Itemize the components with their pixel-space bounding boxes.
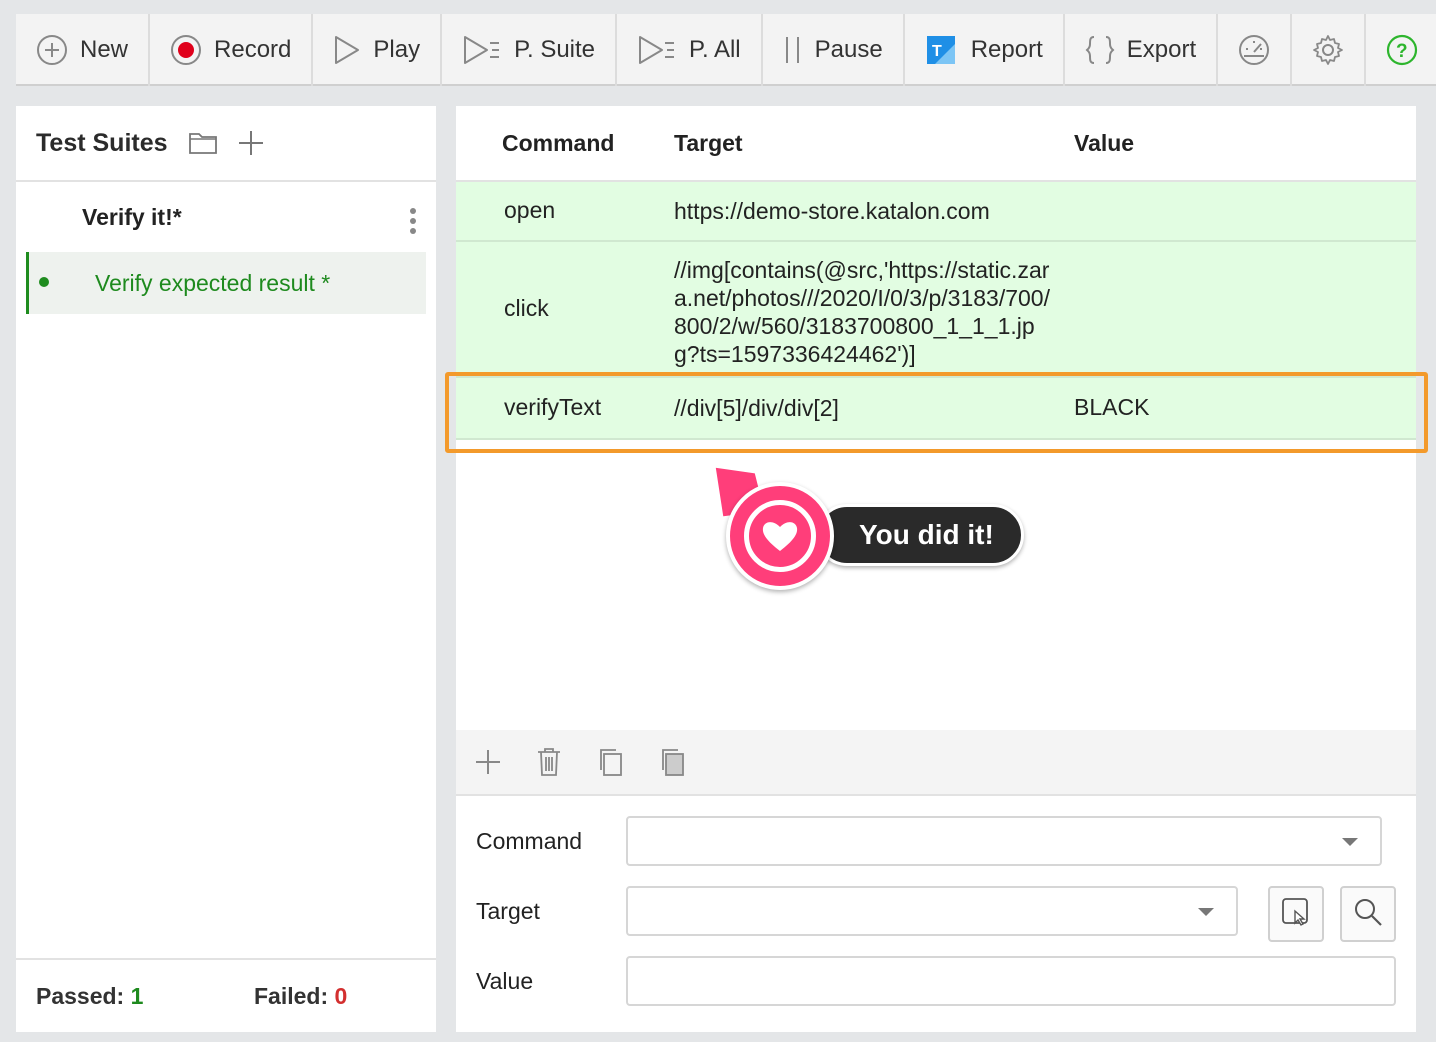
- value-input[interactable]: [626, 956, 1396, 1006]
- test-suites-header: Test Suites: [16, 106, 436, 182]
- report-button[interactable]: T Report: [905, 14, 1065, 86]
- play-all-button[interactable]: P. All: [617, 14, 763, 86]
- new-button[interactable]: New: [16, 14, 151, 86]
- play-suite-icon: [462, 34, 502, 66]
- row-target: //img[contains(@src,'https://static.zara…: [674, 257, 1050, 367]
- value-label: Value: [476, 968, 534, 994]
- failed-number: 0: [334, 982, 348, 1009]
- play-all-label: P. All: [689, 36, 741, 63]
- new-label: New: [80, 36, 129, 63]
- target-column-header: Target: [674, 129, 743, 156]
- badge-text-pill: You did it!: [816, 504, 1024, 566]
- trash-icon[interactable]: [536, 747, 598, 777]
- passed-count: Passed: 1: [36, 983, 254, 1010]
- suite-item[interactable]: Verify it!*: [16, 182, 436, 252]
- failed-count: Failed: 0: [254, 983, 347, 1010]
- heart-icon: [744, 500, 816, 572]
- find-target-button[interactable]: [1340, 886, 1396, 942]
- report-label: Report: [970, 36, 1043, 63]
- test-case-name: Verify expected result *: [95, 269, 331, 296]
- chevron-down-icon: [1198, 908, 1214, 916]
- test-suites-panel: Test Suites Verify it!* Verify expected …: [16, 106, 436, 1032]
- play-suite-label: P. Suite: [514, 36, 596, 63]
- svg-text:?: ?: [1396, 41, 1408, 62]
- search-icon: [1353, 897, 1383, 932]
- folder-icon[interactable]: [188, 131, 218, 155]
- main-toolbar: New Record Play P. Suite P. All Pause T: [16, 14, 1436, 86]
- row-actions-toolbar: [456, 730, 1416, 796]
- table-header: Command Target Value: [456, 106, 1416, 182]
- command-label: Command: [476, 828, 583, 854]
- row-value: BLACK: [1074, 394, 1150, 420]
- svg-text:T: T: [932, 43, 942, 60]
- passed-label: Passed:: [36, 982, 125, 1009]
- status-dot: [39, 277, 49, 287]
- failed-label: Failed:: [254, 982, 329, 1009]
- chevron-down-icon: [1342, 838, 1358, 846]
- record-button[interactable]: Record: [150, 14, 314, 86]
- test-suites-title: Test Suites: [36, 128, 168, 157]
- table-row[interactable]: click //img[contains(@src,'https://stati…: [456, 242, 1416, 378]
- badge-circle: [726, 482, 834, 590]
- settings-button[interactable]: [1292, 14, 1367, 86]
- help-icon: ?: [1386, 34, 1418, 66]
- success-badge: You did it!: [704, 462, 1034, 592]
- row-command: click: [504, 295, 549, 321]
- braces-icon: [1085, 34, 1115, 66]
- table-row[interactable]: verifyText //div[5]/div/div[2] BLACK: [456, 378, 1416, 440]
- play-label: Play: [373, 36, 421, 63]
- play-suite-button[interactable]: P. Suite: [442, 14, 618, 86]
- test-case-item[interactable]: Verify expected result *: [26, 252, 426, 314]
- speed-button[interactable]: [1218, 14, 1293, 86]
- testops-logo-icon: T: [925, 34, 959, 66]
- row-target: https://demo-store.katalon.com: [674, 198, 990, 224]
- target-select[interactable]: [626, 886, 1238, 936]
- copy-icon[interactable]: [598, 747, 660, 777]
- badge-text: You did it!: [859, 519, 994, 550]
- help-button[interactable]: ?: [1366, 14, 1436, 86]
- record-icon: [170, 34, 202, 66]
- export-button[interactable]: Export: [1065, 14, 1219, 86]
- command-column-header: Command: [502, 129, 615, 156]
- command-select[interactable]: [626, 816, 1382, 866]
- add-row-icon[interactable]: [474, 748, 536, 776]
- passed-number: 1: [130, 982, 144, 1009]
- add-suite-icon[interactable]: [238, 130, 264, 156]
- pause-icon: [783, 34, 803, 66]
- results-footer: Passed: 1 Failed: 0: [16, 958, 436, 1032]
- row-command: open: [504, 197, 556, 223]
- export-label: Export: [1126, 36, 1197, 63]
- value-column-header: Value: [1074, 129, 1135, 156]
- play-icon: [333, 34, 361, 66]
- row-target: //div[5]/div/div[2]: [674, 395, 839, 421]
- select-target-button[interactable]: [1268, 886, 1324, 942]
- suite-name: Verify it!*: [82, 203, 182, 230]
- pause-button[interactable]: Pause: [763, 14, 905, 86]
- select-element-icon: [1281, 897, 1311, 932]
- gear-icon: [1312, 34, 1344, 66]
- record-label: Record: [214, 36, 292, 63]
- kebab-menu-icon[interactable]: [410, 208, 416, 234]
- command-editor: Command Target Value: [456, 796, 1416, 1032]
- paste-icon[interactable]: [660, 747, 722, 777]
- table-row[interactable]: open https://demo-store.katalon.com: [456, 182, 1416, 242]
- speedometer-icon: [1238, 34, 1270, 66]
- play-button[interactable]: Play: [313, 14, 443, 86]
- play-all-icon: [637, 34, 677, 66]
- row-command: verifyText: [504, 394, 602, 420]
- plus-circle-icon: [36, 34, 68, 66]
- target-label: Target: [476, 898, 540, 924]
- pause-label: Pause: [814, 36, 883, 63]
